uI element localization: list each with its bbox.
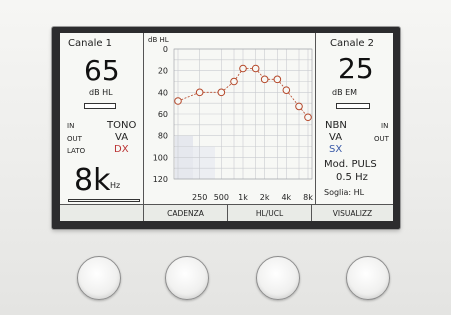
softkey-hl-ucl[interactable]: HL/UCL (228, 205, 312, 221)
display-screen: Canale 1 65 dB HL IN TONO OUT VA LATO DX… (60, 33, 393, 221)
threshold-point (230, 77, 238, 86)
channel-1-side: DX (114, 144, 129, 155)
channel-1-side-label: LATO (67, 147, 86, 155)
channel-1-unit: dB HL (89, 88, 113, 97)
frequency-progress-bar (68, 199, 140, 202)
channel-1-panel: Canale 1 65 dB HL IN TONO OUT VA LATO DX… (60, 33, 144, 204)
threshold-point (304, 113, 312, 122)
hardware-button-1[interactable] (77, 256, 121, 300)
audiogram-chart: dB HL0 20 40 60 80 100 120 250 500 1k 2k 4k 8k (148, 36, 313, 202)
softkey-1[interactable] (60, 205, 144, 221)
frequency-value: 8k (74, 163, 111, 198)
hardware-button-2[interactable] (165, 256, 209, 300)
threshold-point (260, 75, 269, 84)
audiogram: dB HL 0 20 40 60 80 100 120 250 500 1k 2k 4k 8k (144, 33, 315, 204)
x-tick-label: 1k (238, 193, 248, 202)
threshold-point (282, 86, 291, 94)
channel-1-level-meter (84, 103, 116, 109)
y-tick-label: 40 (158, 88, 168, 97)
channel-1-label: Canale 1 (68, 38, 113, 49)
channel-2-in-label: IN (381, 122, 389, 130)
frequency-unit: Hz (110, 181, 121, 190)
hardware-button-4[interactable] (346, 256, 390, 300)
x-tick-label: 500 (214, 193, 229, 202)
modulation-rate: 0.5 Hz (336, 172, 368, 183)
channel-2-unit: dB EM (332, 88, 358, 97)
softkey-cadenza[interactable]: CADENZA (144, 205, 228, 221)
channel-2-noise: NBN (325, 120, 347, 131)
x-tick-label: 8k (303, 193, 313, 202)
channel-2-out-label: OUT (374, 135, 389, 143)
softkey-visualizz[interactable]: VISUALIZZ (312, 205, 393, 221)
audiometer-panel: Canale 1 65 dB HL IN TONO OUT VA LATO DX… (0, 0, 451, 315)
y-tick-label: 80 (158, 132, 168, 141)
threshold-point (273, 75, 282, 84)
threshold-point (239, 64, 247, 73)
channel-2-level: 25 (338, 52, 374, 85)
threshold-point (174, 97, 182, 105)
modulation-mode: Mod. PULS (324, 159, 377, 170)
channel-2-level-meter (336, 103, 370, 109)
threshold-point (251, 64, 260, 73)
y-tick-label: 100 (153, 153, 168, 162)
channel-2-side: SX (329, 144, 343, 155)
channel-2-label: Canale 2 (330, 38, 375, 49)
channel-2-route: VA (329, 132, 343, 143)
softkey-bar: CADENZA HL/UCL VISUALIZZ (60, 204, 393, 221)
masking-zone (193, 146, 215, 179)
channel-1-route: VA (115, 132, 129, 143)
y-tick-label: 20 (158, 67, 168, 76)
threshold-point (217, 88, 226, 97)
x-tick-label: 250 (192, 193, 207, 202)
y-axis-label: dB HL (148, 36, 169, 44)
channel-1-level: 65 (84, 54, 120, 87)
channel-1-mode: TONO (107, 120, 137, 131)
channel-1-in-label: IN (67, 122, 75, 130)
threshold-point (195, 88, 204, 97)
y-tick-label: 120 (153, 175, 168, 184)
y-tick-label: 0 (163, 45, 168, 54)
x-tick-label: 4k (281, 193, 291, 202)
x-tick-label: 2k (260, 193, 270, 202)
threshold-point (295, 102, 303, 111)
threshold-setting: Soglia: HL (324, 188, 365, 197)
hardware-button-3[interactable] (256, 256, 300, 300)
channel-1-out-label: OUT (67, 135, 82, 143)
y-tick-label: 60 (158, 110, 168, 119)
channel-2-panel: Canale 2 25 dB EM NBN IN VA OUT SX Mod. … (315, 33, 393, 204)
